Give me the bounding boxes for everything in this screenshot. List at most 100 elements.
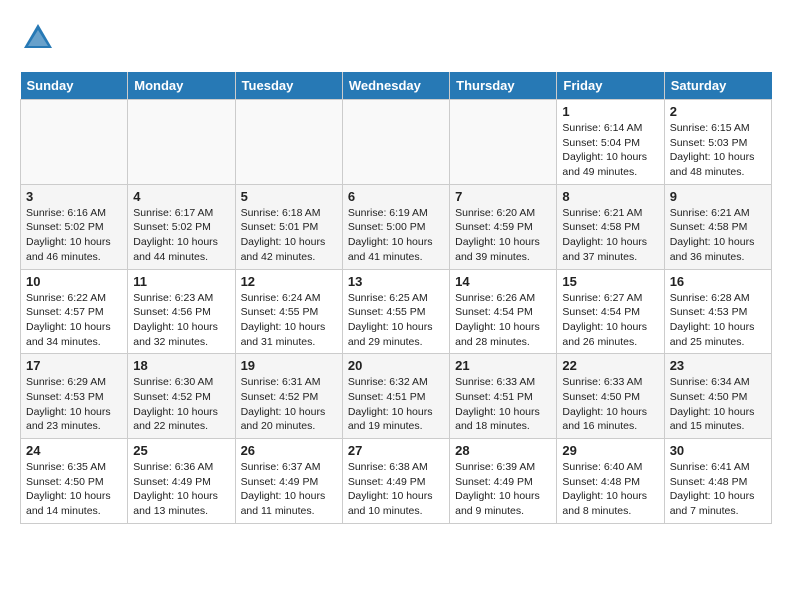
day-number: 28 bbox=[455, 443, 551, 458]
calendar-week-row: 24 Sunrise: 6:35 AMSunset: 4:50 PMDayligh… bbox=[21, 439, 772, 524]
day-number: 9 bbox=[670, 189, 766, 204]
logo bbox=[20, 20, 60, 56]
day-number: 30 bbox=[670, 443, 766, 458]
calendar-cell: 9Sunrise: 6:21 AMSunset: 4:58 PMDaylight… bbox=[664, 184, 771, 269]
weekday-header: Saturday bbox=[664, 72, 771, 100]
day-number: 18 bbox=[133, 358, 229, 373]
weekday-header: Monday bbox=[128, 72, 235, 100]
day-number: 5 bbox=[241, 189, 337, 204]
day-info: Sunrise: 6:29 AMSunset: 4:53 PMDaylight:… bbox=[26, 375, 122, 434]
calendar-cell: 30 Sunrise: 6:41 AMSunset: 4:48 PMDayligh… bbox=[664, 439, 771, 524]
day-number: 13 bbox=[348, 274, 444, 289]
calendar-cell: 24 Sunrise: 6:35 AMSunset: 4:50 PMDayligh… bbox=[21, 439, 128, 524]
day-info: Sunrise: 6:30 AMSunset: 4:52 PMDaylight:… bbox=[133, 375, 229, 434]
calendar-table: SundayMondayTuesdayWednesdayThursdayFrid… bbox=[20, 72, 772, 524]
calendar-cell: 6Sunrise: 6:19 AMSunset: 5:00 PMDaylight… bbox=[342, 184, 449, 269]
calendar-week-row: 1 Sunrise: 6:14 AMSunset: 5:04 PMDaylight… bbox=[21, 100, 772, 185]
day-number: 12 bbox=[241, 274, 337, 289]
day-info: Sunrise: 6:28 AMSunset: 4:53 PMDaylight:… bbox=[670, 291, 766, 350]
day-info: Sunrise: 6:20 AMSunset: 4:59 PMDaylight:… bbox=[455, 206, 551, 265]
calendar-cell bbox=[342, 100, 449, 185]
calendar-cell: 28 Sunrise: 6:39 AMSunset: 4:49 PMDayligh… bbox=[450, 439, 557, 524]
calendar-cell: 19 Sunrise: 6:31 AMSunset: 4:52 PMDayligh… bbox=[235, 354, 342, 439]
calendar-cell bbox=[128, 100, 235, 185]
day-info: Sunrise: 6:24 AMSunset: 4:55 PMDaylight:… bbox=[241, 291, 337, 350]
weekday-header: Thursday bbox=[450, 72, 557, 100]
calendar-cell bbox=[235, 100, 342, 185]
day-number: 6 bbox=[348, 189, 444, 204]
calendar-cell: 4 Sunrise: 6:17 AMSunset: 5:02 PMDaylight… bbox=[128, 184, 235, 269]
day-number: 3 bbox=[26, 189, 122, 204]
day-info: Sunrise: 6:18 AMSunset: 5:01 PMDaylight:… bbox=[241, 206, 337, 265]
day-info: Sunrise: 6:26 AMSunset: 4:54 PMDaylight:… bbox=[455, 291, 551, 350]
calendar-cell: 12 Sunrise: 6:24 AMSunset: 4:55 PMDayligh… bbox=[235, 269, 342, 354]
calendar-cell: 7 Sunrise: 6:20 AMSunset: 4:59 PMDaylight… bbox=[450, 184, 557, 269]
day-info: Sunrise: 6:35 AMSunset: 4:50 PMDaylight:… bbox=[26, 460, 122, 519]
calendar-cell: 26Sunrise: 6:37 AMSunset: 4:49 PMDayligh… bbox=[235, 439, 342, 524]
day-number: 27 bbox=[348, 443, 444, 458]
logo-icon bbox=[20, 20, 56, 56]
calendar-cell bbox=[450, 100, 557, 185]
calendar-cell: 17 Sunrise: 6:29 AMSunset: 4:53 PMDayligh… bbox=[21, 354, 128, 439]
day-info: Sunrise: 6:15 AMSunset: 5:03 PMDaylight:… bbox=[670, 121, 766, 180]
weekday-header: Tuesday bbox=[235, 72, 342, 100]
calendar-cell: 13 Sunrise: 6:25 AMSunset: 4:55 PMDayligh… bbox=[342, 269, 449, 354]
calendar-week-row: 10 Sunrise: 6:22 AMSunset: 4:57 PMDayligh… bbox=[21, 269, 772, 354]
calendar-cell: 2 Sunrise: 6:15 AMSunset: 5:03 PMDaylight… bbox=[664, 100, 771, 185]
weekday-header: Friday bbox=[557, 72, 664, 100]
calendar-cell: 10 Sunrise: 6:22 AMSunset: 4:57 PMDayligh… bbox=[21, 269, 128, 354]
day-number: 19 bbox=[241, 358, 337, 373]
calendar-cell: 11Sunrise: 6:23 AMSunset: 4:56 PMDayligh… bbox=[128, 269, 235, 354]
calendar-header-row: SundayMondayTuesdayWednesdayThursdayFrid… bbox=[21, 72, 772, 100]
day-number: 21 bbox=[455, 358, 551, 373]
calendar-cell: 5 Sunrise: 6:18 AMSunset: 5:01 PMDaylight… bbox=[235, 184, 342, 269]
day-number: 1 bbox=[562, 104, 658, 119]
day-number: 20 bbox=[348, 358, 444, 373]
calendar-cell: 22 Sunrise: 6:33 AMSunset: 4:50 PMDayligh… bbox=[557, 354, 664, 439]
day-info: Sunrise: 6:41 AMSunset: 4:48 PMDaylight:… bbox=[670, 460, 766, 519]
day-info: Sunrise: 6:16 AMSunset: 5:02 PMDaylight:… bbox=[26, 206, 122, 265]
day-info: Sunrise: 6:39 AMSunset: 4:49 PMDaylight:… bbox=[455, 460, 551, 519]
calendar-cell: 25Sunrise: 6:36 AMSunset: 4:49 PMDayligh… bbox=[128, 439, 235, 524]
day-info: Sunrise: 6:38 AMSunset: 4:49 PMDaylight:… bbox=[348, 460, 444, 519]
day-info: Sunrise: 6:32 AMSunset: 4:51 PMDaylight:… bbox=[348, 375, 444, 434]
day-info: Sunrise: 6:27 AMSunset: 4:54 PMDaylight:… bbox=[562, 291, 658, 350]
day-number: 4 bbox=[133, 189, 229, 204]
calendar-cell: 14 Sunrise: 6:26 AMSunset: 4:54 PMDayligh… bbox=[450, 269, 557, 354]
calendar-cell: 27 Sunrise: 6:38 AMSunset: 4:49 PMDayligh… bbox=[342, 439, 449, 524]
day-number: 23 bbox=[670, 358, 766, 373]
day-info: Sunrise: 6:40 AMSunset: 4:48 PMDaylight:… bbox=[562, 460, 658, 519]
day-info: Sunrise: 6:14 AMSunset: 5:04 PMDaylight:… bbox=[562, 121, 658, 180]
day-number: 17 bbox=[26, 358, 122, 373]
day-info: Sunrise: 6:33 AMSunset: 4:51 PMDaylight:… bbox=[455, 375, 551, 434]
day-info: Sunrise: 6:21 AMSunset: 4:58 PMDaylight:… bbox=[562, 206, 658, 265]
day-number: 7 bbox=[455, 189, 551, 204]
day-number: 29 bbox=[562, 443, 658, 458]
calendar-cell: 8 Sunrise: 6:21 AMSunset: 4:58 PMDaylight… bbox=[557, 184, 664, 269]
calendar-cell: 21 Sunrise: 6:33 AMSunset: 4:51 PMDayligh… bbox=[450, 354, 557, 439]
day-number: 2 bbox=[670, 104, 766, 119]
day-info: Sunrise: 6:17 AMSunset: 5:02 PMDaylight:… bbox=[133, 206, 229, 265]
weekday-header: Wednesday bbox=[342, 72, 449, 100]
day-info: Sunrise: 6:31 AMSunset: 4:52 PMDaylight:… bbox=[241, 375, 337, 434]
day-number: 15 bbox=[562, 274, 658, 289]
calendar-cell: 3 Sunrise: 6:16 AMSunset: 5:02 PMDaylight… bbox=[21, 184, 128, 269]
day-number: 16 bbox=[670, 274, 766, 289]
calendar-cell: 29 Sunrise: 6:40 AMSunset: 4:48 PMDayligh… bbox=[557, 439, 664, 524]
day-number: 14 bbox=[455, 274, 551, 289]
calendar-week-row: 17 Sunrise: 6:29 AMSunset: 4:53 PMDayligh… bbox=[21, 354, 772, 439]
day-info: Sunrise: 6:34 AMSunset: 4:50 PMDaylight:… bbox=[670, 375, 766, 434]
page-header bbox=[20, 20, 772, 56]
day-info: Sunrise: 6:37 AMSunset: 4:49 PMDaylight:… bbox=[241, 460, 337, 519]
day-info: Sunrise: 6:22 AMSunset: 4:57 PMDaylight:… bbox=[26, 291, 122, 350]
calendar-week-row: 3 Sunrise: 6:16 AMSunset: 5:02 PMDaylight… bbox=[21, 184, 772, 269]
day-info: Sunrise: 6:25 AMSunset: 4:55 PMDaylight:… bbox=[348, 291, 444, 350]
day-number: 24 bbox=[26, 443, 122, 458]
calendar-cell bbox=[21, 100, 128, 185]
day-info: Sunrise: 6:33 AMSunset: 4:50 PMDaylight:… bbox=[562, 375, 658, 434]
day-info: Sunrise: 6:36 AMSunset: 4:49 PMDaylight:… bbox=[133, 460, 229, 519]
day-number: 22 bbox=[562, 358, 658, 373]
calendar-cell: 23 Sunrise: 6:34 AMSunset: 4:50 PMDayligh… bbox=[664, 354, 771, 439]
day-number: 8 bbox=[562, 189, 658, 204]
day-number: 10 bbox=[26, 274, 122, 289]
